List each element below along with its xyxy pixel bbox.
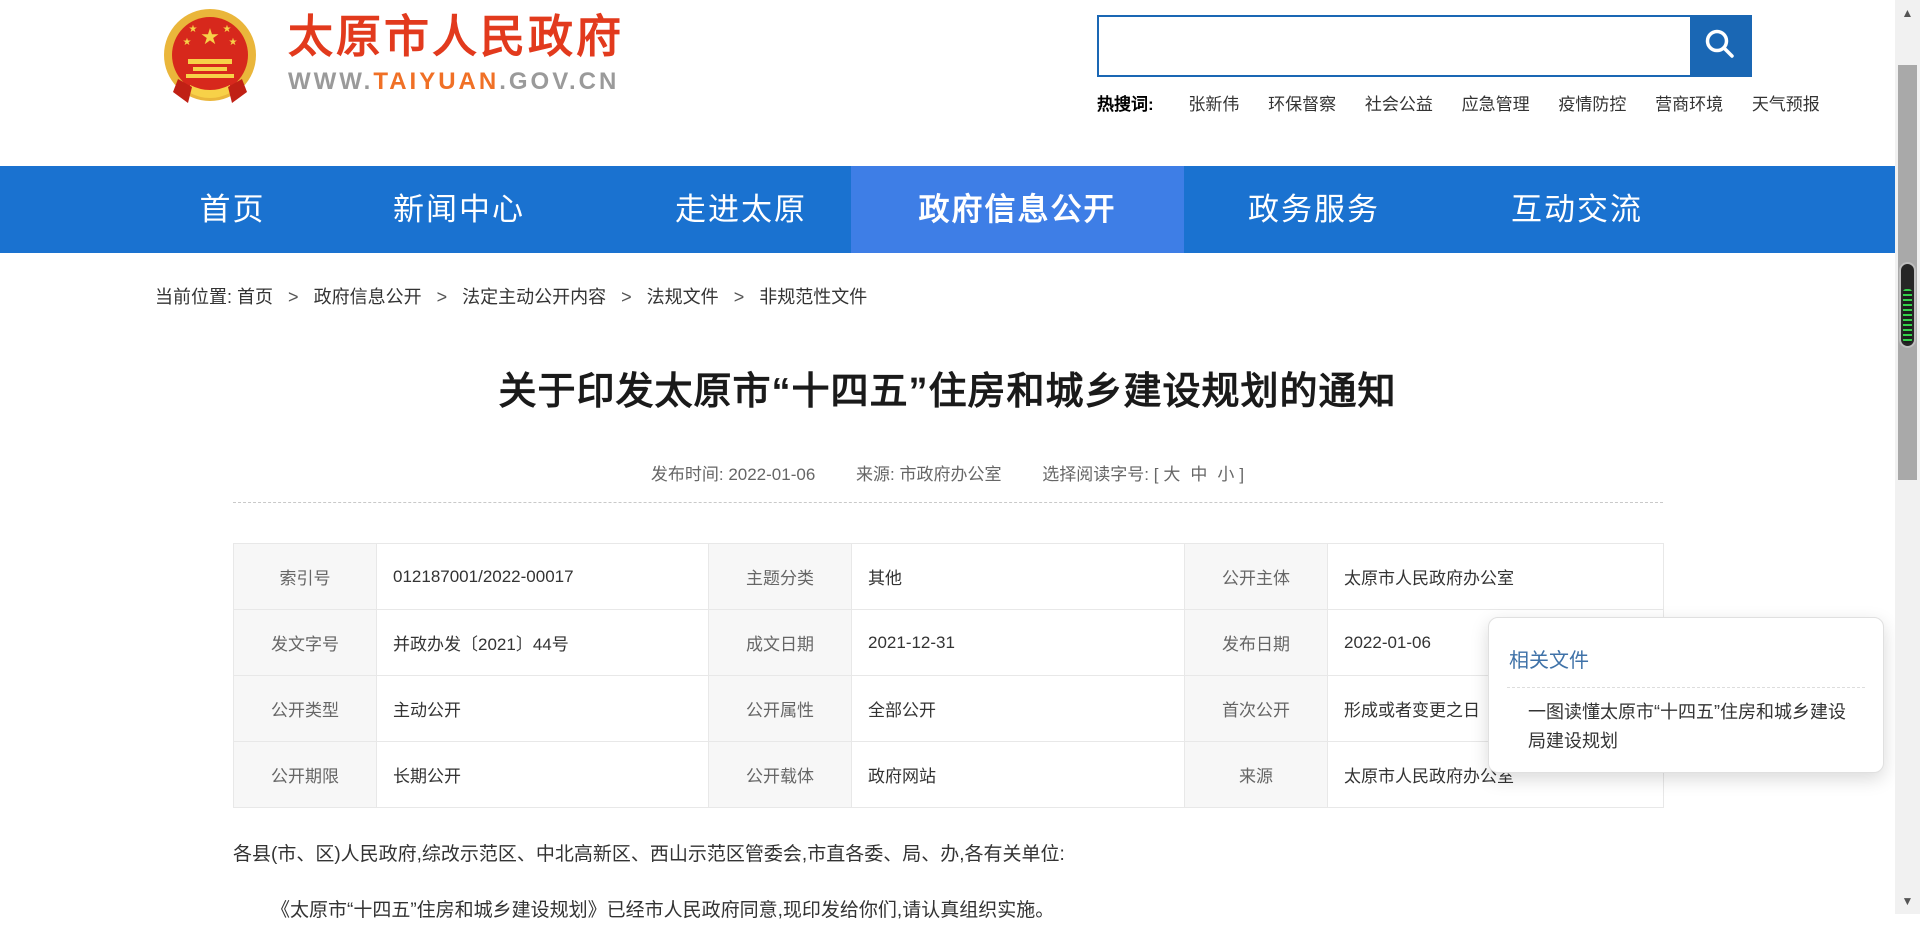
info-value: 长期公开: [377, 742, 709, 808]
site-logo[interactable]: ★ ★ ★ ★ ★ 太原市人民政府 WWW.TAIYUAN.GOV.CN: [160, 7, 624, 112]
scroll-marker-widget: [1899, 262, 1916, 348]
breadcrumb-item-gov-info[interactable]: 政府信息公开: [314, 287, 422, 307]
site-url: WWW.TAIYUAN.GOV.CN: [288, 68, 624, 96]
hot-search-keyword[interactable]: 天气预报: [1752, 95, 1820, 114]
info-label: 公开类型: [234, 676, 377, 742]
breadcrumb-item-home[interactable]: 首页: [237, 287, 273, 307]
article-paragraph: 《太原市“十四五”住房和城乡建设规划》已经市人民政府同意,现印发给你们,请认真组…: [233, 896, 1663, 926]
nav-item-home[interactable]: 首页: [120, 166, 345, 253]
hot-search-label: 热搜词:: [1097, 95, 1154, 114]
info-value: 全部公开: [852, 676, 1185, 742]
publish-time-label: 发布时间:: [651, 465, 724, 484]
font-size-medium[interactable]: 中: [1190, 465, 1207, 484]
info-value: 主动公开: [377, 676, 709, 742]
national-emblem-icon: ★ ★ ★ ★ ★: [160, 7, 260, 112]
svg-text:★: ★: [229, 37, 238, 48]
publish-time-value: 2022-01-06: [728, 465, 815, 484]
hot-search-keyword[interactable]: 社会公益: [1365, 95, 1433, 114]
info-value: 2021-12-31: [852, 610, 1185, 676]
breadcrumb-separator: >: [734, 287, 745, 307]
source-label: 来源:: [856, 465, 895, 484]
info-value: 012187001/2022-00017: [377, 544, 709, 610]
info-value: 其他: [852, 544, 1185, 610]
table-row: 索引号 012187001/2022-00017 主题分类 其他 公开主体 太原…: [234, 544, 1664, 610]
page-title: 关于印发太原市“十四五”住房和城乡建设规划的通知: [0, 360, 1895, 415]
hot-search-keyword[interactable]: 环保督察: [1268, 95, 1336, 114]
nav-item-news-center[interactable]: 新闻中心: [345, 166, 573, 253]
nav-item-interaction[interactable]: 互动交流: [1444, 166, 1710, 253]
hot-search-keyword[interactable]: 应急管理: [1462, 95, 1530, 114]
info-label: 主题分类: [709, 544, 852, 610]
info-label: 公开主体: [1185, 544, 1328, 610]
vertical-scrollbar[interactable]: ▲ ▼: [1895, 0, 1920, 914]
article-paragraph: 各县(市、区)人民政府,综改示范区、中北高新区、西山示范区管委会,市直各委、局、…: [233, 840, 1663, 870]
nav-item-gov-services[interactable]: 政务服务: [1184, 166, 1444, 253]
search-input[interactable]: [1099, 17, 1690, 75]
svg-text:★: ★: [183, 37, 192, 48]
svg-text:★: ★: [189, 24, 198, 35]
source-value: 市政府办公室: [899, 465, 1001, 484]
font-size-bracket: [: [1154, 465, 1159, 484]
info-label: 索引号: [234, 544, 377, 610]
table-row: 公开期限 长期公开 公开载体 政府网站 来源 太原市人民政府办公室: [234, 742, 1664, 808]
search-bar: [1097, 15, 1752, 77]
font-size-label: 选择阅读字号:: [1042, 465, 1149, 484]
site-name: 太原市人民政府: [288, 11, 624, 63]
info-value: 并政办发〔2021〕44号: [377, 610, 709, 676]
breadcrumb-item-regulations[interactable]: 法规文件: [647, 287, 719, 307]
scroll-marker-stripes: [1903, 289, 1912, 343]
related-documents-popup: 相关文件 一图读懂太原市“十四五”住房和城乡建设局建设规划: [1488, 617, 1884, 773]
info-label: 发布日期: [1185, 610, 1328, 676]
table-row: 公开类型 主动公开 公开属性 全部公开 首次公开 形成或者变更之日: [234, 676, 1664, 742]
document-info-table: 索引号 012187001/2022-00017 主题分类 其他 公开主体 太原…: [233, 543, 1664, 808]
scroll-up-icon[interactable]: ▲: [1895, 6, 1920, 20]
font-size-large[interactable]: 大: [1163, 465, 1180, 484]
info-value: 太原市人民政府办公室: [1328, 544, 1664, 610]
search-button[interactable]: [1690, 17, 1750, 75]
info-label: 公开期限: [234, 742, 377, 808]
info-label: 来源: [1185, 742, 1328, 808]
hot-search-keyword[interactable]: 张新伟: [1188, 95, 1239, 114]
popup-title: 相关文件: [1509, 644, 1883, 673]
nav-item-about-taiyuan[interactable]: 走进太原: [602, 166, 880, 253]
info-value: 政府网站: [852, 742, 1185, 808]
nav-item-gov-info-disclosure[interactable]: 政府信息公开: [851, 166, 1184, 253]
svg-text:★: ★: [200, 24, 220, 49]
hot-search-keyword[interactable]: 营商环境: [1655, 95, 1723, 114]
info-label: 发文字号: [234, 610, 377, 676]
info-label: 公开属性: [709, 676, 852, 742]
info-label: 成文日期: [709, 610, 852, 676]
font-size-bracket: ]: [1239, 465, 1244, 484]
breadcrumb-label: 当前位置:: [155, 287, 232, 307]
search-icon: [1702, 26, 1738, 67]
table-row: 发文字号 并政办发〔2021〕44号 成文日期 2021-12-31 发布日期 …: [234, 610, 1664, 676]
info-label: 公开载体: [709, 742, 852, 808]
article-meta: 发布时间: 2022-01-06 来源: 市政府办公室 选择阅读字号: [大中小…: [0, 460, 1895, 485]
svg-text:★: ★: [223, 24, 232, 35]
font-size-small[interactable]: 小: [1217, 465, 1234, 484]
hot-search-bar: 热搜词: 张新伟 环保督察 社会公益 应急管理 疫情防控 营商环境 天气预报: [1097, 90, 1844, 115]
related-doc-link[interactable]: 一图读懂太原市“十四五”住房和城乡建设局建设规划: [1528, 698, 1860, 756]
scroll-down-icon[interactable]: ▼: [1895, 894, 1920, 908]
page-header: ★ ★ ★ ★ ★ 太原市人民政府 WWW.TAIYUAN.GOV.CN: [0, 0, 1895, 166]
main-nav: 首页 新闻中心 走进太原 政府信息公开 政务服务 互动交流: [0, 166, 1895, 253]
hot-search-keyword[interactable]: 疫情防控: [1558, 95, 1626, 114]
breadcrumb-item-statutory-content[interactable]: 法定主动公开内容: [462, 287, 606, 307]
breadcrumb-separator: >: [288, 287, 299, 307]
info-label: 首次公开: [1185, 676, 1328, 742]
dashed-divider: [233, 502, 1663, 503]
breadcrumb-separator: >: [437, 287, 448, 307]
popup-divider: [1507, 687, 1865, 688]
breadcrumb-separator: >: [621, 287, 632, 307]
breadcrumb: 当前位置: 首页 > 政府信息公开 > 法定主动公开内容 > 法规文件 > 非规…: [155, 283, 867, 309]
breadcrumb-item-non-normative[interactable]: 非规范性文件: [759, 287, 867, 307]
